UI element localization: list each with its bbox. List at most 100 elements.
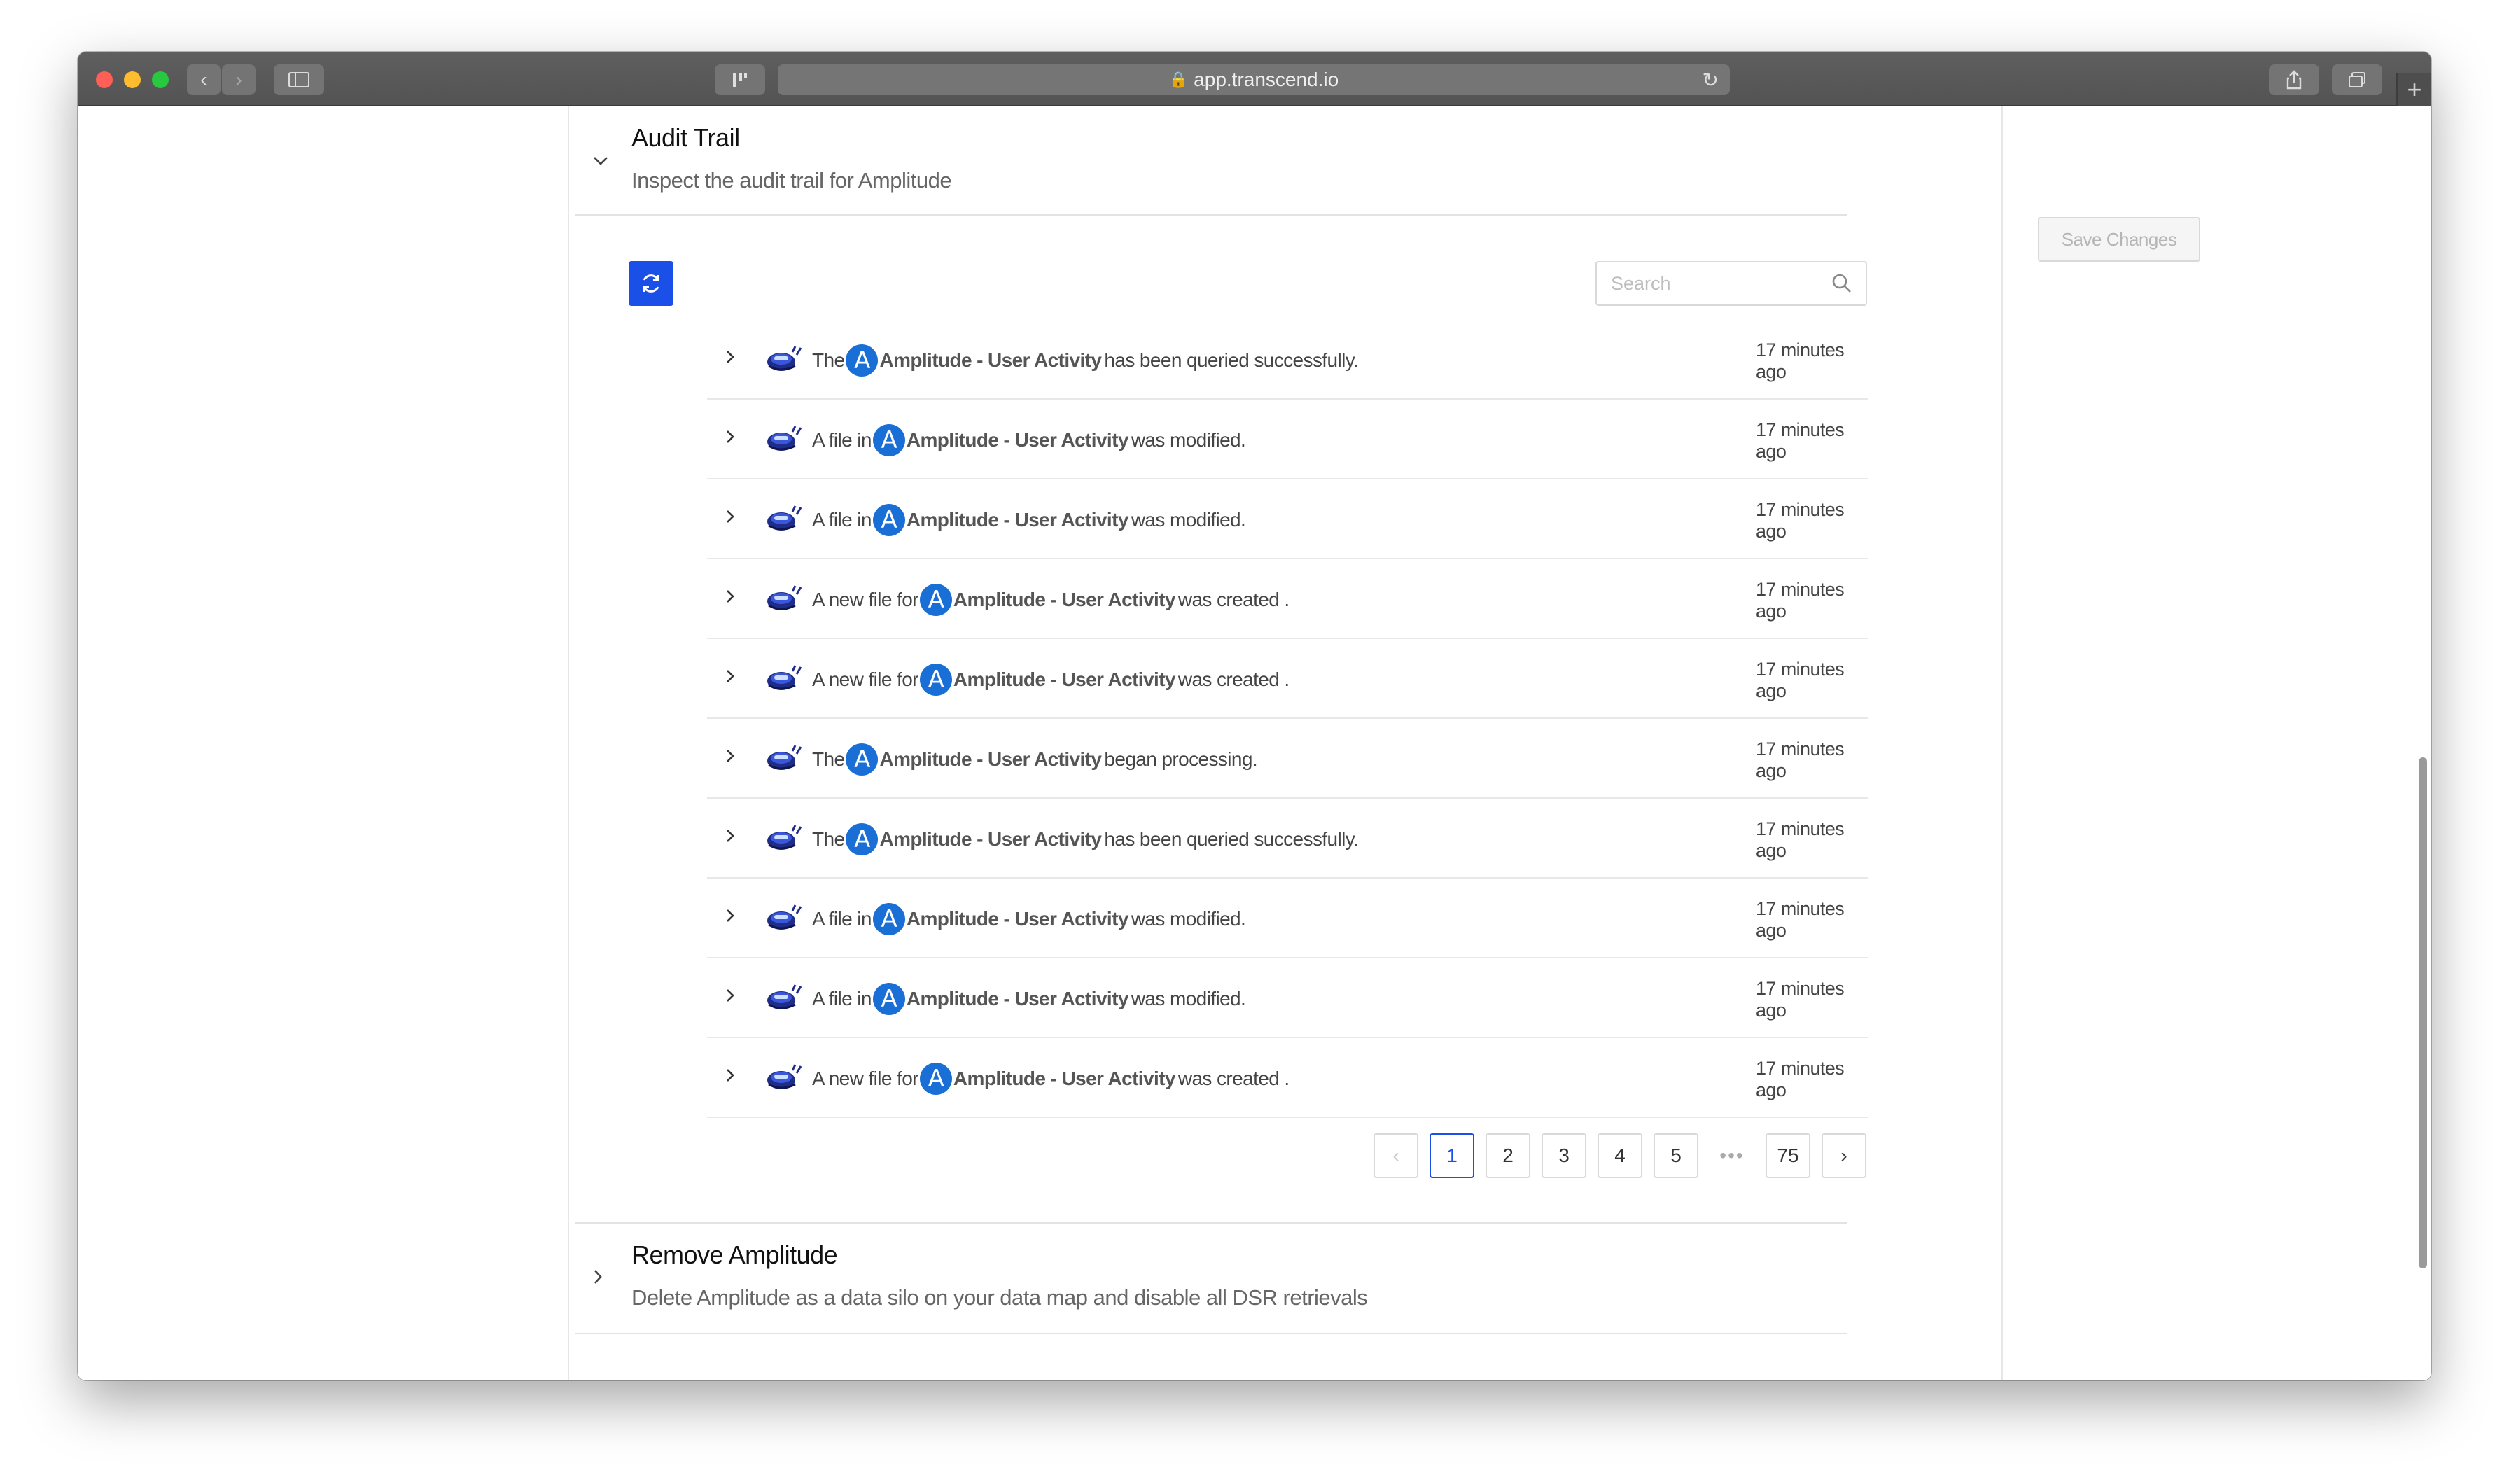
- audit-message-prefix: The: [812, 349, 845, 371]
- chevron-left-icon: ‹: [200, 69, 207, 90]
- search-input[interactable]: [1611, 270, 1821, 298]
- audit-silo-name[interactable]: Amplitude - User Activity: [879, 349, 1102, 372]
- audit-message-suffix: began processing.: [1104, 748, 1258, 770]
- back-button[interactable]: ‹: [187, 64, 221, 95]
- transcend-bot-icon: [767, 505, 802, 531]
- audit-message: A file in A Amplitude - User Activity was m…: [812, 504, 1246, 536]
- audit-message-prefix: The: [812, 748, 845, 770]
- zoom-window-button[interactable]: [152, 71, 169, 88]
- scrollbar-thumb[interactable]: [2419, 757, 2427, 1268]
- pagination-page-5[interactable]: 5: [1654, 1133, 1698, 1178]
- chevron-right-icon[interactable]: [725, 1065, 735, 1088]
- pagination-page-last[interactable]: 75: [1766, 1133, 1810, 1178]
- audit-trail-row[interactable]: The A Amplitude - User Activity has been qu…: [707, 320, 1868, 400]
- pagination-ellipsis[interactable]: •••: [1710, 1133, 1754, 1178]
- audit-message: The A Amplitude - User Activity began proce…: [812, 743, 1258, 776]
- audit-trail-row[interactable]: A file in A Amplitude - User Activity was m…: [707, 878, 1868, 958]
- amplitude-logo-icon: A: [919, 1063, 952, 1095]
- audit-message-prefix: A file in: [812, 429, 872, 451]
- transcend-bot-icon: [767, 426, 802, 451]
- audit-message: A new file for A Amplitude - User Activity…: [812, 1063, 1290, 1095]
- audit-trail-row[interactable]: The A Amplitude - User Activity has been qu…: [707, 799, 1868, 878]
- search-icon[interactable]: [1831, 272, 1853, 295]
- audit-message-suffix: was modified.: [1131, 908, 1246, 930]
- refresh-button[interactable]: [629, 261, 673, 306]
- search-box[interactable]: [1595, 261, 1867, 306]
- remove-section-header[interactable]: Remove Amplitude Delete Amplitude as a d…: [575, 1224, 1847, 1331]
- audit-silo-name[interactable]: Amplitude - User Activity: [879, 828, 1102, 850]
- remove-section-title: Remove Amplitude: [631, 1240, 838, 1269]
- section-divider: [575, 214, 1847, 216]
- lock-icon: 🔒: [1168, 71, 1189, 88]
- chevron-right-icon[interactable]: [725, 746, 735, 769]
- pagination-next-button[interactable]: ›: [1822, 1133, 1866, 1178]
- chevron-right-icon[interactable]: [725, 426, 735, 450]
- transcend-bot-icon: [767, 904, 802, 930]
- audit-trail-row[interactable]: A new file for A Amplitude - User Activity…: [707, 559, 1868, 639]
- remove-section-description: Delete Amplitude as a data silo on your …: [631, 1285, 1368, 1310]
- amplitude-logo-icon: A: [872, 983, 905, 1015]
- address-bar[interactable]: 🔒 app.transcend.io ↻: [778, 64, 1730, 95]
- chevron-down-icon[interactable]: [592, 148, 609, 172]
- amplitude-logo-icon: A: [872, 504, 905, 536]
- chevron-right-icon[interactable]: [592, 1267, 603, 1291]
- chevron-right-icon[interactable]: [725, 346, 735, 370]
- audit-trail-row[interactable]: A file in A Amplitude - User Activity was m…: [707, 400, 1868, 479]
- sidebar-toggle-button[interactable]: [274, 64, 324, 95]
- section-divider: [575, 1333, 1847, 1334]
- chevron-right-icon[interactable]: [725, 825, 735, 849]
- amplitude-logo-icon: A: [872, 903, 905, 935]
- pagination-prev-button[interactable]: ‹: [1374, 1133, 1418, 1178]
- audit-silo-name[interactable]: Amplitude - User Activity: [907, 908, 1129, 930]
- transcend-bot-icon: [767, 984, 802, 1009]
- audit-silo-name[interactable]: Amplitude - User Activity: [907, 509, 1129, 531]
- audit-timestamp: 17 minutes ago: [1756, 818, 1845, 861]
- extension-button[interactable]: [715, 64, 765, 95]
- chevron-right-icon[interactable]: [725, 586, 735, 610]
- audit-silo-name[interactable]: Amplitude - User Activity: [907, 429, 1129, 451]
- share-button[interactable]: [2269, 64, 2319, 95]
- chevron-right-icon[interactable]: [725, 666, 735, 690]
- url-text: app.transcend.io: [1194, 69, 1339, 90]
- pagination-page-2[interactable]: 2: [1486, 1133, 1530, 1178]
- minimize-window-button[interactable]: [124, 71, 141, 88]
- pagination-page-3[interactable]: 3: [1542, 1133, 1586, 1178]
- audit-message: The A Amplitude - User Activity has been qu…: [812, 823, 1359, 855]
- transcend-bot-icon: [767, 1064, 802, 1089]
- audit-silo-name[interactable]: Amplitude - User Activity: [953, 1068, 1176, 1090]
- audit-trail-row[interactable]: A new file for A Amplitude - User Activity…: [707, 639, 1868, 719]
- close-window-button[interactable]: [96, 71, 113, 88]
- audit-message: The A Amplitude - User Activity has been qu…: [812, 344, 1359, 377]
- audit-message-suffix: has been queried successfully.: [1104, 828, 1359, 850]
- pagination-page-1[interactable]: 1: [1430, 1133, 1474, 1178]
- audit-trail-row[interactable]: A file in A Amplitude - User Activity was m…: [707, 479, 1868, 559]
- audit-message-prefix: A new file for: [812, 589, 919, 610]
- audit-timestamp: 17 minutes ago: [1756, 978, 1845, 1021]
- audit-silo-name[interactable]: Amplitude - User Activity: [953, 589, 1176, 611]
- audit-trail-row[interactable]: A file in A Amplitude - User Activity was m…: [707, 958, 1868, 1038]
- browser-titlebar: ‹ › 🔒 app.transcend.io ↻ +: [78, 52, 2431, 106]
- audit-silo-name[interactable]: Amplitude - User Activity: [953, 668, 1176, 691]
- audit-trail-row[interactable]: The A Amplitude - User Activity began proce…: [707, 719, 1868, 799]
- new-tab-button[interactable]: +: [2396, 73, 2431, 106]
- transcend-bot-icon: [767, 745, 802, 770]
- amplitude-logo-icon: A: [872, 424, 905, 456]
- audit-trail-section-header[interactable]: Audit Trail Inspect the audit trail for …: [575, 105, 1847, 210]
- audit-silo-name[interactable]: Amplitude - User Activity: [907, 988, 1129, 1010]
- chevron-right-icon: ›: [1840, 1144, 1847, 1166]
- chevron-right-icon[interactable]: [725, 905, 735, 929]
- audit-silo-name[interactable]: Amplitude - User Activity: [879, 748, 1102, 771]
- tabs-overview-button[interactable]: [2332, 64, 2382, 95]
- audit-timestamp: 17 minutes ago: [1756, 898, 1845, 941]
- pagination-page-4[interactable]: 4: [1598, 1133, 1642, 1178]
- audit-message: A file in A Amplitude - User Activity was m…: [812, 983, 1246, 1015]
- save-changes-button[interactable]: Save Changes: [2038, 217, 2200, 262]
- chevron-right-icon[interactable]: [725, 506, 735, 530]
- audit-trail-row[interactable]: A new file for A Amplitude - User Activity…: [707, 1038, 1868, 1118]
- forward-button[interactable]: ›: [222, 64, 256, 95]
- reload-icon[interactable]: ↻: [1703, 69, 1719, 92]
- audit-message-suffix: was modified.: [1131, 509, 1246, 531]
- audit-message-suffix: was modified.: [1131, 429, 1246, 451]
- chevron-right-icon[interactable]: [725, 985, 735, 1009]
- audit-message-prefix: A file in: [812, 908, 872, 930]
